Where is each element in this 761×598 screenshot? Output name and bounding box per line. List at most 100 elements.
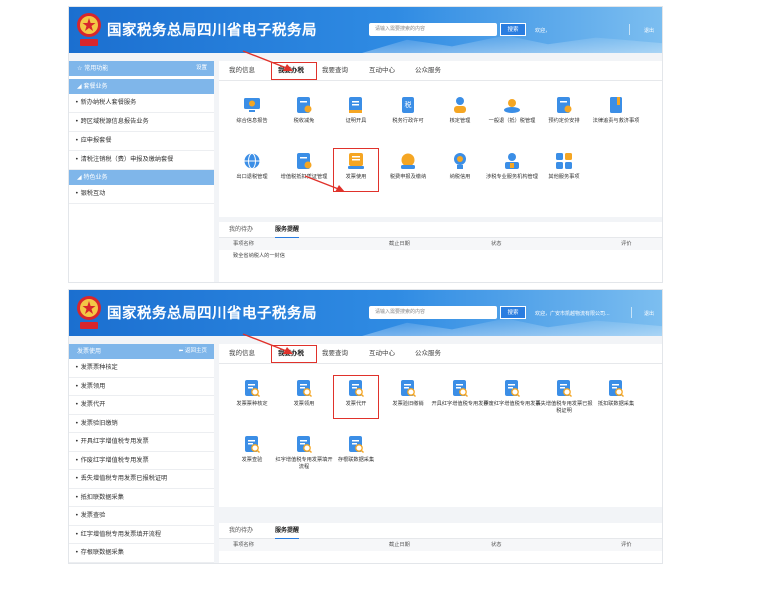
service-tile[interactable]: 发票验旧缴销	[379, 378, 437, 408]
deduction-icon	[294, 151, 314, 171]
service-tile[interactable]: 法律追责与救济事项	[587, 95, 645, 125]
sidebar: 发票使用 ⬅ 返回主页 • 发票票种核定 • 发票领用 • 发票代开 • 发票验旧缴销…	[69, 344, 214, 563]
column-header: 评价	[621, 241, 632, 247]
service-label: 红字增值税专用发票填开流程	[275, 457, 333, 470]
header-divider	[631, 307, 632, 318]
service-tile[interactable]: 发票票种核定	[223, 378, 281, 408]
tab-interaction[interactable]: 互动中心	[369, 61, 395, 80]
sidebar-group-special[interactable]: ◢ 特色业务	[69, 170, 214, 185]
service-label: 发票查验	[241, 457, 263, 463]
tab-service-reminder[interactable]: 服务提醒	[275, 523, 300, 540]
table-header: 事项名称 截止日期 状态 评价	[219, 238, 662, 250]
tab-query[interactable]: 我要查询	[322, 61, 348, 80]
service-label: 发票验旧缴销	[392, 401, 424, 407]
invoice-search-icon	[502, 378, 522, 398]
service-tile[interactable]: 开具红字增值税专用发票	[431, 378, 489, 408]
search-input[interactable]: 请输入需要搜索的内容	[369, 23, 497, 36]
sidebar-item[interactable]: • 存根联数据采集	[69, 544, 214, 563]
sidebar-item[interactable]: • 银税互动	[69, 185, 214, 204]
sidebar-group-label: 特色业务	[83, 174, 108, 181]
pricing-icon	[554, 95, 574, 115]
search-button[interactable]: 搜索	[500, 23, 526, 36]
invoice-search-icon	[294, 378, 314, 398]
tab-public-service[interactable]: 公众服务	[415, 344, 441, 363]
service-tile[interactable]: 税收减免	[275, 95, 333, 125]
service-tile[interactable]: 一般退（抵）税管理	[483, 95, 541, 125]
sidebar-item[interactable]: • 发票票种核定	[69, 359, 214, 378]
tab-service-reminder[interactable]: 服务提醒	[275, 222, 300, 239]
sidebar-item[interactable]: • 新办纳税人套餐服务	[69, 94, 214, 113]
refund-icon	[502, 95, 522, 115]
service-tile[interactable]: 纳税信用	[431, 151, 489, 181]
table-cell: 致全省纳税人的一封信	[233, 253, 285, 259]
sidebar-head-label: 发票使用	[77, 348, 102, 355]
logout-link[interactable]: 退出	[644, 310, 654, 317]
sidebar-item-label: 红字增值税专用发票填开流程	[80, 530, 162, 538]
service-tile[interactable]: 红字增值税专用发票填开流程	[275, 434, 333, 471]
sidebar-item-label: 存根联数据采集	[80, 549, 124, 556]
invoice-search-icon	[294, 434, 314, 454]
service-tile[interactable]: 税费申报及缴纳	[379, 151, 437, 181]
service-tile[interactable]: 作废红字增值税专用发票	[483, 378, 541, 408]
service-tile[interactable]: 综合信息报告	[223, 95, 281, 125]
service-tile[interactable]: 其他服务事项	[535, 151, 593, 181]
service-tile[interactable]: 税税务行政许可	[379, 95, 437, 125]
header-divider	[629, 24, 630, 35]
search-input[interactable]: 请输入需要搜索的内容	[369, 306, 497, 319]
sidebar-item-label: 银税互动	[80, 190, 106, 197]
sidebar-settings-link[interactable]: 设置	[196, 61, 207, 76]
logout-link[interactable]: 退出	[644, 27, 654, 34]
reminder-panel: 我的待办 服务提醒 事项名称 截止日期 状态 评价 致全省纳税人的一封信	[219, 222, 662, 282]
verify-icon	[450, 95, 470, 115]
sidebar-item[interactable]: • 发票领用	[69, 378, 214, 396]
sidebar-item-label: 发票验旧缴销	[80, 419, 118, 427]
tab-my-todo[interactable]: 我的待办	[229, 222, 253, 237]
sidebar-item[interactable]: • 清税注销税（费）申报及缴纳套餐	[69, 151, 214, 170]
search-button[interactable]: 搜索	[500, 306, 526, 319]
service-label: 核定管理	[449, 118, 471, 124]
sidebar-common-label: 常用功能	[84, 65, 109, 72]
service-tile[interactable]: 出口退税管理	[223, 151, 281, 181]
service-label: 丢失增值税专用发票已报税证明	[535, 401, 593, 414]
sidebar-item[interactable]: • 丢失增值税专用发票已报税证明	[69, 470, 214, 489]
red-arrow-icon	[242, 50, 293, 71]
sidebar-item[interactable]: • 抵扣联数据采集	[69, 489, 214, 507]
service-tile[interactable]: 预约定价安排	[535, 95, 593, 125]
service-tile[interactable]: 抵扣联数据采集	[587, 378, 645, 408]
main-panel: 我的信息 我要办税 我要查询 互动中心 公众服务 综合信息报告税收减免证明开具税…	[219, 61, 662, 217]
tab-my-todo[interactable]: 我的待办	[229, 523, 253, 538]
service-tile[interactable]: 证明开具	[327, 95, 385, 125]
tab-public-service[interactable]: 公众服务	[415, 61, 441, 80]
tab-interaction[interactable]: 互动中心	[369, 344, 395, 363]
certificate-icon	[346, 95, 366, 115]
sidebar-item[interactable]: • 发票代开	[69, 396, 214, 415]
service-tile[interactable]: 存根联数据采集	[327, 434, 385, 464]
tab-query[interactable]: 我要查询	[322, 344, 348, 363]
service-tile[interactable]: 核定管理	[431, 95, 489, 125]
service-tile[interactable]: 丢失增值税专用发票已报税证明	[535, 378, 593, 415]
sidebar-item[interactable]: • 开具红字增值税专用发票	[69, 433, 214, 452]
table-row[interactable]: 致全省纳税人的一封信	[219, 250, 662, 262]
welcome-text: 欢迎，	[535, 28, 551, 34]
declare-icon	[398, 151, 418, 171]
sidebar-item[interactable]: • 跨区域税源信息报告业务	[69, 113, 214, 132]
invoice-search-icon	[242, 434, 262, 454]
agency-icon	[502, 151, 522, 171]
sidebar-item-label: 发票代开	[80, 401, 106, 408]
back-home-label: 返回主页	[184, 348, 207, 354]
svg-text:税: 税	[405, 100, 412, 109]
table-header: 事项名称 截止日期 状态 评价	[219, 539, 662, 551]
site-header: 国家税务总局四川省电子税务局 请输入需要搜索的内容 搜索 欢迎， 退出	[69, 7, 662, 53]
sidebar-item[interactable]: • 红字增值税专用发票填开流程	[69, 526, 214, 544]
sidebar-item-label: 发票领用	[80, 382, 106, 390]
service-label: 涉税专业服务机构管理	[486, 174, 538, 180]
sidebar-item[interactable]: • 发票查验	[69, 507, 214, 526]
service-tile[interactable]: 发票查验	[223, 434, 281, 464]
back-home-link[interactable]: ⬅ 返回主页	[179, 344, 207, 359]
service-tile[interactable]: 涉税专业服务机构管理	[483, 151, 541, 181]
sidebar-item[interactable]: • 应申报套餐	[69, 132, 214, 151]
sidebar-group-package[interactable]: ◢ 套餐业务	[69, 79, 214, 94]
sidebar-item[interactable]: • 作废红字增值税专用发票	[69, 452, 214, 470]
service-tile[interactable]: 发票领用	[275, 378, 333, 408]
sidebar-item[interactable]: • 发票验旧缴销	[69, 415, 214, 433]
